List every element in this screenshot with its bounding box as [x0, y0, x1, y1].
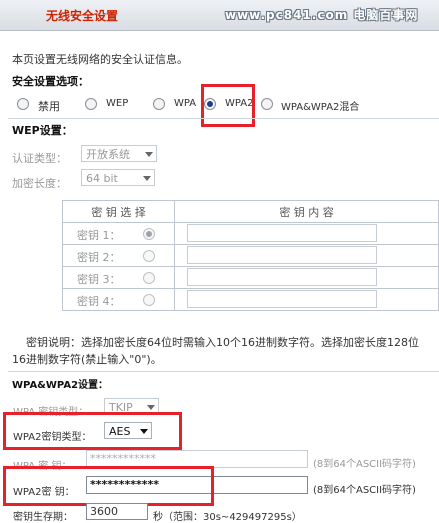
auth-type-select[interactable]: 开放系统	[81, 145, 157, 162]
site-watermark: www.pc841.com 电脑百事网	[225, 8, 419, 22]
key-2-label: 密钥 2：	[77, 251, 121, 264]
wpa-key-hint: (8到64个ASCII码字符)	[313, 459, 416, 470]
key-2-input[interactable]	[187, 246, 378, 264]
lifetime-hint: 秒（范围：30s~429497295s）	[153, 512, 302, 523]
radio-wep[interactable]	[85, 98, 97, 110]
key-4-input[interactable]	[187, 290, 378, 308]
divider-wep	[8, 118, 439, 119]
enc-length-label: 加密长度：	[12, 177, 67, 190]
table-row: 密钥 4：	[61, 288, 439, 311]
key-3-radio[interactable]	[143, 272, 155, 284]
key-1-radio[interactable]	[143, 228, 155, 240]
security-options-label: 安全设置选项：	[12, 75, 89, 88]
radio-disable-label: 禁用	[38, 100, 60, 113]
radio-wpa-wpa2-mixed[interactable]	[261, 98, 273, 110]
header-bar: 无线安全设置 www.pc841.com 电脑百事网	[0, 0, 439, 31]
wep-heading: WEP设置：	[12, 124, 73, 137]
key-2-radio[interactable]	[143, 250, 155, 262]
highlight-wpa2-key-type	[3, 412, 182, 450]
auth-type-value: 开放系统	[86, 148, 130, 161]
auth-type-label: 认证类型：	[12, 152, 67, 165]
wpa-heading: WPA&WPA2设置：	[12, 380, 109, 391]
wpa2-key-hint: (8到64个ASCII码字符)	[313, 485, 416, 496]
enc-length-value: 64 bit	[86, 172, 118, 185]
key-3-label: 密钥 3：	[77, 273, 121, 286]
radio-wpa-label: WPA	[174, 98, 197, 109]
wep-key-table: 密 钥 选 择 密 钥 内 容 密钥 1： 密钥 2： 密钥 3： 密钥 4：	[61, 200, 439, 311]
key-note-line1: 密钥说明：选择加密长度64位时需输入10个16进制数字符。选择加密长度128位	[26, 336, 419, 349]
chevron-down-icon	[143, 176, 151, 181]
radio-wpa[interactable]	[153, 98, 165, 110]
chevron-down-icon	[145, 152, 153, 157]
key-1-input[interactable]	[187, 224, 378, 242]
lifetime-label: 密钥生存期：	[13, 512, 73, 523]
key-note-line2: 16进制数字符(禁止输入"0")。	[12, 353, 162, 366]
lifetime-input[interactable]: 3600	[86, 503, 148, 520]
chevron-down-icon	[147, 405, 155, 410]
radio-disable[interactable]	[17, 98, 29, 110]
col-key-content: 密 钥 内 容	[174, 200, 439, 223]
table-row: 密钥 1：	[61, 222, 439, 245]
radio-wpa-wpa2-mixed-label: WPA&WPA2混合	[281, 102, 360, 113]
highlight-wpa2-key	[3, 466, 214, 506]
table-row: 密钥 2：	[61, 244, 439, 267]
radio-wep-label: WEP	[106, 98, 129, 109]
key-3-input[interactable]	[187, 268, 378, 286]
divider-wpa	[8, 371, 439, 372]
enc-length-select[interactable]: 64 bit	[81, 169, 155, 186]
col-key-select: 密 钥 选 择	[61, 200, 176, 223]
intro-text: 本页设置无线网络的安全认证信息。	[12, 53, 188, 66]
page-title: 无线安全设置	[46, 9, 119, 23]
highlight-wpa2-option	[201, 84, 255, 127]
key-4-label: 密钥 4：	[77, 295, 121, 308]
key-4-radio[interactable]	[143, 294, 155, 306]
table-row: 密钥 3：	[61, 266, 439, 289]
key-1-label: 密钥 1：	[77, 229, 121, 242]
